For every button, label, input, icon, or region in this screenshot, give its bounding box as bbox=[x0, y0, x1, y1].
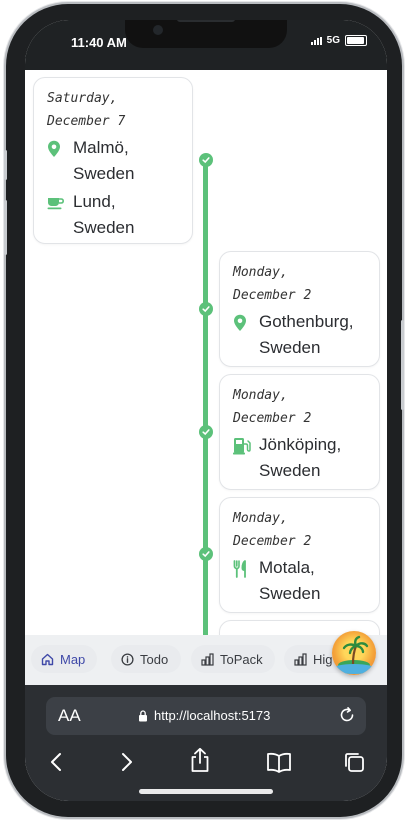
stop-item: Lund, Sweden bbox=[47, 189, 179, 241]
stop-city: Jönköping, bbox=[259, 435, 342, 454]
bar-chart-icon bbox=[294, 652, 307, 666]
timeline-view[interactable]: Saturday, December 7 Malmö, Sweden Lund, bbox=[25, 70, 387, 635]
text-size-button[interactable]: AA bbox=[58, 706, 81, 726]
check-icon bbox=[202, 306, 210, 313]
home-indicator bbox=[139, 789, 273, 794]
side-button-left-1 bbox=[4, 150, 7, 180]
camera bbox=[153, 25, 163, 35]
stop-country: Sweden bbox=[259, 338, 321, 357]
timeline-dot bbox=[199, 153, 213, 167]
timeline-dot bbox=[199, 547, 213, 561]
timeline-dot bbox=[199, 425, 213, 439]
stop-item: Gothenburg, Sweden bbox=[233, 309, 366, 361]
check-icon bbox=[202, 157, 210, 164]
stop-item: Motala, Sweden bbox=[233, 555, 366, 607]
timeline-card[interactable]: Monday, December 2 Jönköping, Sweden bbox=[219, 374, 380, 490]
stop-city: Gothenburg, bbox=[259, 312, 354, 331]
timeline-card[interactable]: Monday, December 2 Gothenburg, Sweden bbox=[219, 251, 380, 367]
timeline-dot bbox=[199, 302, 213, 316]
tab-label: Todo bbox=[140, 651, 169, 667]
tab-label: Map bbox=[60, 651, 86, 667]
tab-map[interactable]: Map bbox=[31, 645, 97, 673]
avatar[interactable] bbox=[332, 631, 376, 675]
card-date: Monday, December 2 bbox=[233, 511, 312, 549]
stop-country: Sweden bbox=[73, 164, 135, 183]
tab-label: ToPack bbox=[220, 651, 263, 667]
card-date: Monday, December 2 bbox=[233, 265, 312, 303]
coffee-cup-icon bbox=[47, 189, 73, 215]
stop-city: Lund, bbox=[73, 192, 116, 211]
home-icon bbox=[41, 653, 54, 665]
side-button-left-2 bbox=[4, 200, 7, 255]
signal-icon bbox=[310, 36, 322, 45]
bar-chart-icon bbox=[201, 652, 214, 666]
bookmarks-icon[interactable] bbox=[266, 751, 292, 778]
status-bar: 11:40 AM 5G bbox=[25, 20, 387, 70]
stop-country: Sweden bbox=[259, 461, 321, 480]
check-icon bbox=[202, 551, 210, 558]
map-pin-icon bbox=[233, 309, 259, 337]
timeline-line bbox=[203, 154, 208, 635]
map-pin-icon bbox=[47, 135, 73, 163]
battery-icon bbox=[345, 35, 367, 46]
island-icon bbox=[332, 635, 376, 674]
share-icon[interactable] bbox=[189, 747, 211, 778]
timeline-card[interactable]: Monday, December 2 Motala, Sweden bbox=[219, 497, 380, 613]
speaker bbox=[177, 20, 235, 22]
phone-screen: 11:40 AM 5G Saturday, December 7 Malmö, … bbox=[25, 20, 387, 801]
url-text: http://localhost:5173 bbox=[154, 708, 271, 723]
stop-country: Sweden bbox=[259, 584, 321, 603]
tab-topack[interactable]: ToPack bbox=[191, 645, 275, 673]
stop-item: Jönköping, Sweden bbox=[233, 432, 366, 484]
status-time: 11:40 AM bbox=[71, 35, 127, 50]
tab-todo[interactable]: Todo bbox=[111, 645, 181, 673]
stop-item: Malmö, Sweden bbox=[47, 135, 179, 187]
browser-toolbar: AA http://localhost:5173 bbox=[25, 685, 387, 801]
check-icon bbox=[202, 429, 210, 436]
browser-nav-row bbox=[25, 747, 387, 779]
address-bar[interactable]: AA http://localhost:5173 bbox=[46, 697, 366, 735]
fuel-pump-icon bbox=[233, 432, 259, 460]
forward-icon[interactable] bbox=[120, 751, 134, 778]
card-date: Saturday, December 7 bbox=[47, 91, 126, 129]
network-label: 5G bbox=[326, 35, 340, 46]
system-icons: 5G bbox=[310, 35, 367, 46]
side-button-right bbox=[401, 320, 404, 410]
reload-icon[interactable] bbox=[338, 706, 356, 729]
lock-icon bbox=[139, 709, 147, 721]
fork-knife-icon bbox=[233, 555, 259, 583]
info-icon bbox=[121, 652, 134, 666]
stop-city: Motala, bbox=[259, 558, 315, 577]
notch bbox=[125, 20, 287, 48]
back-icon[interactable] bbox=[49, 751, 63, 778]
tab-label: Hig bbox=[313, 651, 333, 667]
tabs-icon[interactable] bbox=[343, 751, 365, 778]
timeline-card[interactable]: Saturday, December 7 Malmö, Sweden Lund, bbox=[33, 77, 193, 244]
stop-country: Sweden bbox=[73, 218, 135, 237]
card-date: Monday, December 2 bbox=[233, 388, 312, 426]
stop-city: Malmö, bbox=[73, 138, 129, 157]
